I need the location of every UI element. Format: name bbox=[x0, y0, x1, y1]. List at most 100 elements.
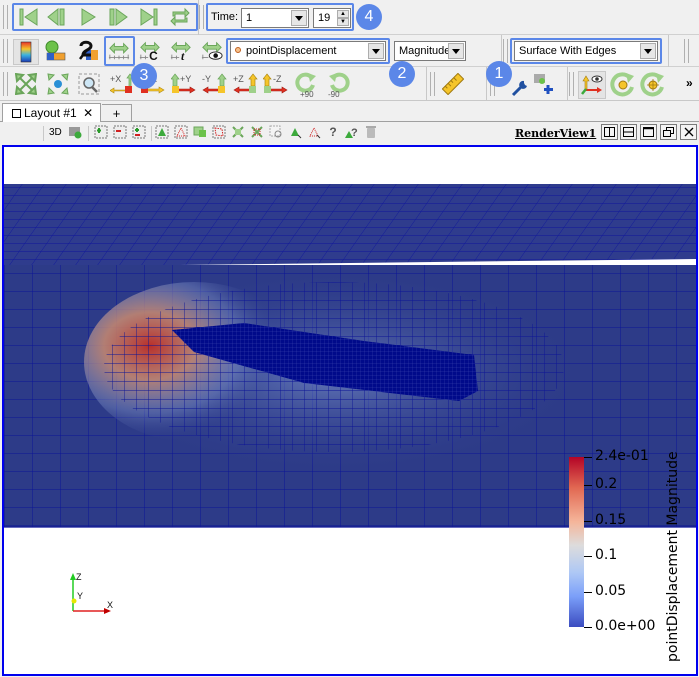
zoom-to-box-button[interactable] bbox=[78, 73, 100, 95]
hover-points-through-button[interactable] bbox=[307, 125, 321, 139]
interactive-select-points-button[interactable] bbox=[250, 125, 264, 139]
view-minus-z-button[interactable]: -Z bbox=[263, 73, 289, 95]
svg-text:C: C bbox=[149, 49, 158, 62]
svg-text:-90: -90 bbox=[328, 90, 340, 98]
hover-query-points-button[interactable]: ? bbox=[345, 125, 359, 139]
toolbar-grip[interactable] bbox=[3, 5, 8, 29]
play-button[interactable] bbox=[77, 6, 99, 28]
color-array-value: pointDisplacement bbox=[246, 45, 337, 57]
time-step-spinbox[interactable]: 19 ▲ ▼ bbox=[313, 8, 351, 28]
spin-down-icon[interactable]: ▼ bbox=[337, 18, 349, 26]
deselect-cells-button[interactable] bbox=[113, 125, 127, 139]
callout-badge-1: 1 bbox=[486, 61, 512, 87]
toolbar-grip[interactable] bbox=[684, 39, 689, 63]
toolbar-grip[interactable] bbox=[3, 72, 8, 96]
rotation-center-button[interactable] bbox=[610, 72, 636, 98]
hover-points-button[interactable] bbox=[288, 125, 302, 139]
close-view-button[interactable] bbox=[680, 124, 697, 140]
previous-frame-button[interactable] bbox=[46, 6, 68, 28]
close-tab-icon[interactable]: ✕ bbox=[83, 106, 93, 120]
view-minus-y-button[interactable]: -Y bbox=[202, 73, 228, 95]
split-vertical-icon bbox=[623, 127, 634, 137]
toolbar-grip[interactable] bbox=[503, 39, 508, 63]
toolbar-divider bbox=[567, 67, 568, 101]
chevron-down-icon[interactable] bbox=[291, 10, 307, 26]
toolbar-grip[interactable] bbox=[430, 72, 435, 96]
zoom-to-box-icon bbox=[78, 73, 100, 95]
toggle-axes-visibility-button[interactable] bbox=[578, 71, 606, 99]
rescale-visible-range-button[interactable] bbox=[201, 40, 223, 62]
split-horizontal-button[interactable] bbox=[601, 124, 618, 140]
select-points-on-button[interactable] bbox=[155, 125, 169, 139]
rescale-custom-button[interactable]: C bbox=[139, 40, 161, 62]
toolbar-divider bbox=[88, 126, 89, 141]
view-plus-y-button[interactable]: +Y bbox=[171, 73, 197, 95]
rescale-custom-range-button[interactable] bbox=[77, 40, 99, 62]
grow-selection-button[interactable] bbox=[132, 125, 146, 139]
hover-query-cells-button[interactable]: ? bbox=[326, 125, 340, 139]
time-label: Time: bbox=[211, 11, 239, 23]
add-layout-tab[interactable]: + bbox=[102, 104, 132, 123]
toolbar-grip[interactable] bbox=[199, 5, 204, 29]
hover-cells-icon bbox=[269, 125, 282, 138]
tab-layout-1[interactable]: Layout #1 ✕ bbox=[2, 103, 101, 123]
rotate-ccw-90-button[interactable]: -90 bbox=[325, 72, 351, 98]
toolbar-grip[interactable] bbox=[569, 72, 574, 96]
last-frame-button[interactable] bbox=[138, 6, 160, 28]
zoom-to-data-button[interactable] bbox=[47, 73, 69, 95]
view-plus-z-button[interactable]: +Z bbox=[233, 73, 259, 95]
color-legend[interactable]: 2.4e-01 0.2 0.15 0.1 0.05 0.0e+00 pointDispla… bbox=[567, 448, 692, 667]
view-name-link[interactable]: RenderView1 bbox=[515, 127, 596, 140]
interactive-points-icon bbox=[251, 126, 263, 138]
maximize-icon bbox=[643, 127, 654, 137]
clear-selection-button[interactable] bbox=[364, 125, 378, 139]
pick-center-button[interactable] bbox=[640, 72, 666, 98]
ruler-icon bbox=[442, 73, 464, 95]
reset-camera-icon bbox=[15, 73, 37, 95]
first-frame-icon bbox=[19, 8, 38, 26]
rotate-cw-90-button[interactable]: +90 bbox=[294, 72, 320, 98]
plus-icon: + bbox=[112, 106, 121, 121]
edit-color-map-button[interactable] bbox=[44, 40, 66, 62]
select-points-through-button[interactable] bbox=[174, 125, 188, 139]
next-frame-button[interactable] bbox=[107, 6, 129, 28]
reset-camera-button[interactable] bbox=[15, 73, 37, 95]
time-value-combo[interactable]: 1 bbox=[241, 8, 309, 28]
representation-combo[interactable]: Surface With Edges bbox=[514, 41, 658, 61]
rescale-to-data-range-button[interactable] bbox=[108, 40, 130, 62]
time-value: 1 bbox=[246, 12, 253, 24]
custom-filter-button[interactable] bbox=[509, 77, 531, 99]
callout-badge-4: 4 bbox=[356, 4, 382, 30]
select-polygon-cells-button[interactable] bbox=[212, 125, 226, 139]
select-blocks-button[interactable] bbox=[193, 125, 207, 139]
hover-cells-button[interactable] bbox=[269, 125, 283, 139]
legend-tick-mark bbox=[584, 627, 592, 628]
first-frame-button[interactable] bbox=[18, 6, 40, 28]
interactive-select-cells-button[interactable] bbox=[231, 125, 245, 139]
loop-button[interactable] bbox=[169, 6, 191, 28]
rescale-over-time-button[interactable]: t bbox=[170, 40, 192, 62]
chevron-down-icon[interactable] bbox=[368, 43, 384, 59]
color-component-combo[interactable]: Magnitude bbox=[394, 41, 466, 61]
chevron-down-icon[interactable] bbox=[448, 43, 464, 59]
toolbar-overflow-button[interactable]: » bbox=[686, 76, 693, 90]
toggle-color-legend-button[interactable] bbox=[13, 39, 39, 65]
maximize-view-button[interactable] bbox=[640, 124, 657, 140]
select-cells-on-button[interactable] bbox=[94, 125, 108, 139]
view-minus-z-icon: -Z bbox=[263, 73, 288, 94]
ruler-button[interactable] bbox=[442, 73, 464, 95]
split-vertical-button[interactable] bbox=[620, 124, 637, 140]
camera-settings-button[interactable] bbox=[68, 125, 82, 139]
legend-tick-mark bbox=[584, 485, 592, 487]
chevron-down-icon[interactable] bbox=[640, 43, 656, 59]
toggle-3d-button[interactable]: 3D bbox=[49, 127, 62, 138]
time-step-value: 19 bbox=[318, 12, 331, 24]
color-array-combo[interactable]: pointDisplacement bbox=[230, 41, 386, 61]
rotate-ccw-icon: -90 bbox=[328, 72, 350, 98]
spin-up-icon[interactable]: ▲ bbox=[337, 10, 349, 18]
restore-view-button[interactable] bbox=[660, 124, 677, 140]
toolbar-grip[interactable] bbox=[3, 39, 8, 63]
render-view[interactable]: Z Y X 2.4e-01 0.2 0.15 0.1 0.05 0.0e+00 point… bbox=[2, 145, 698, 676]
rescale-custom-c-icon: C bbox=[139, 41, 160, 62]
add-camera-link-button[interactable] bbox=[533, 73, 555, 95]
